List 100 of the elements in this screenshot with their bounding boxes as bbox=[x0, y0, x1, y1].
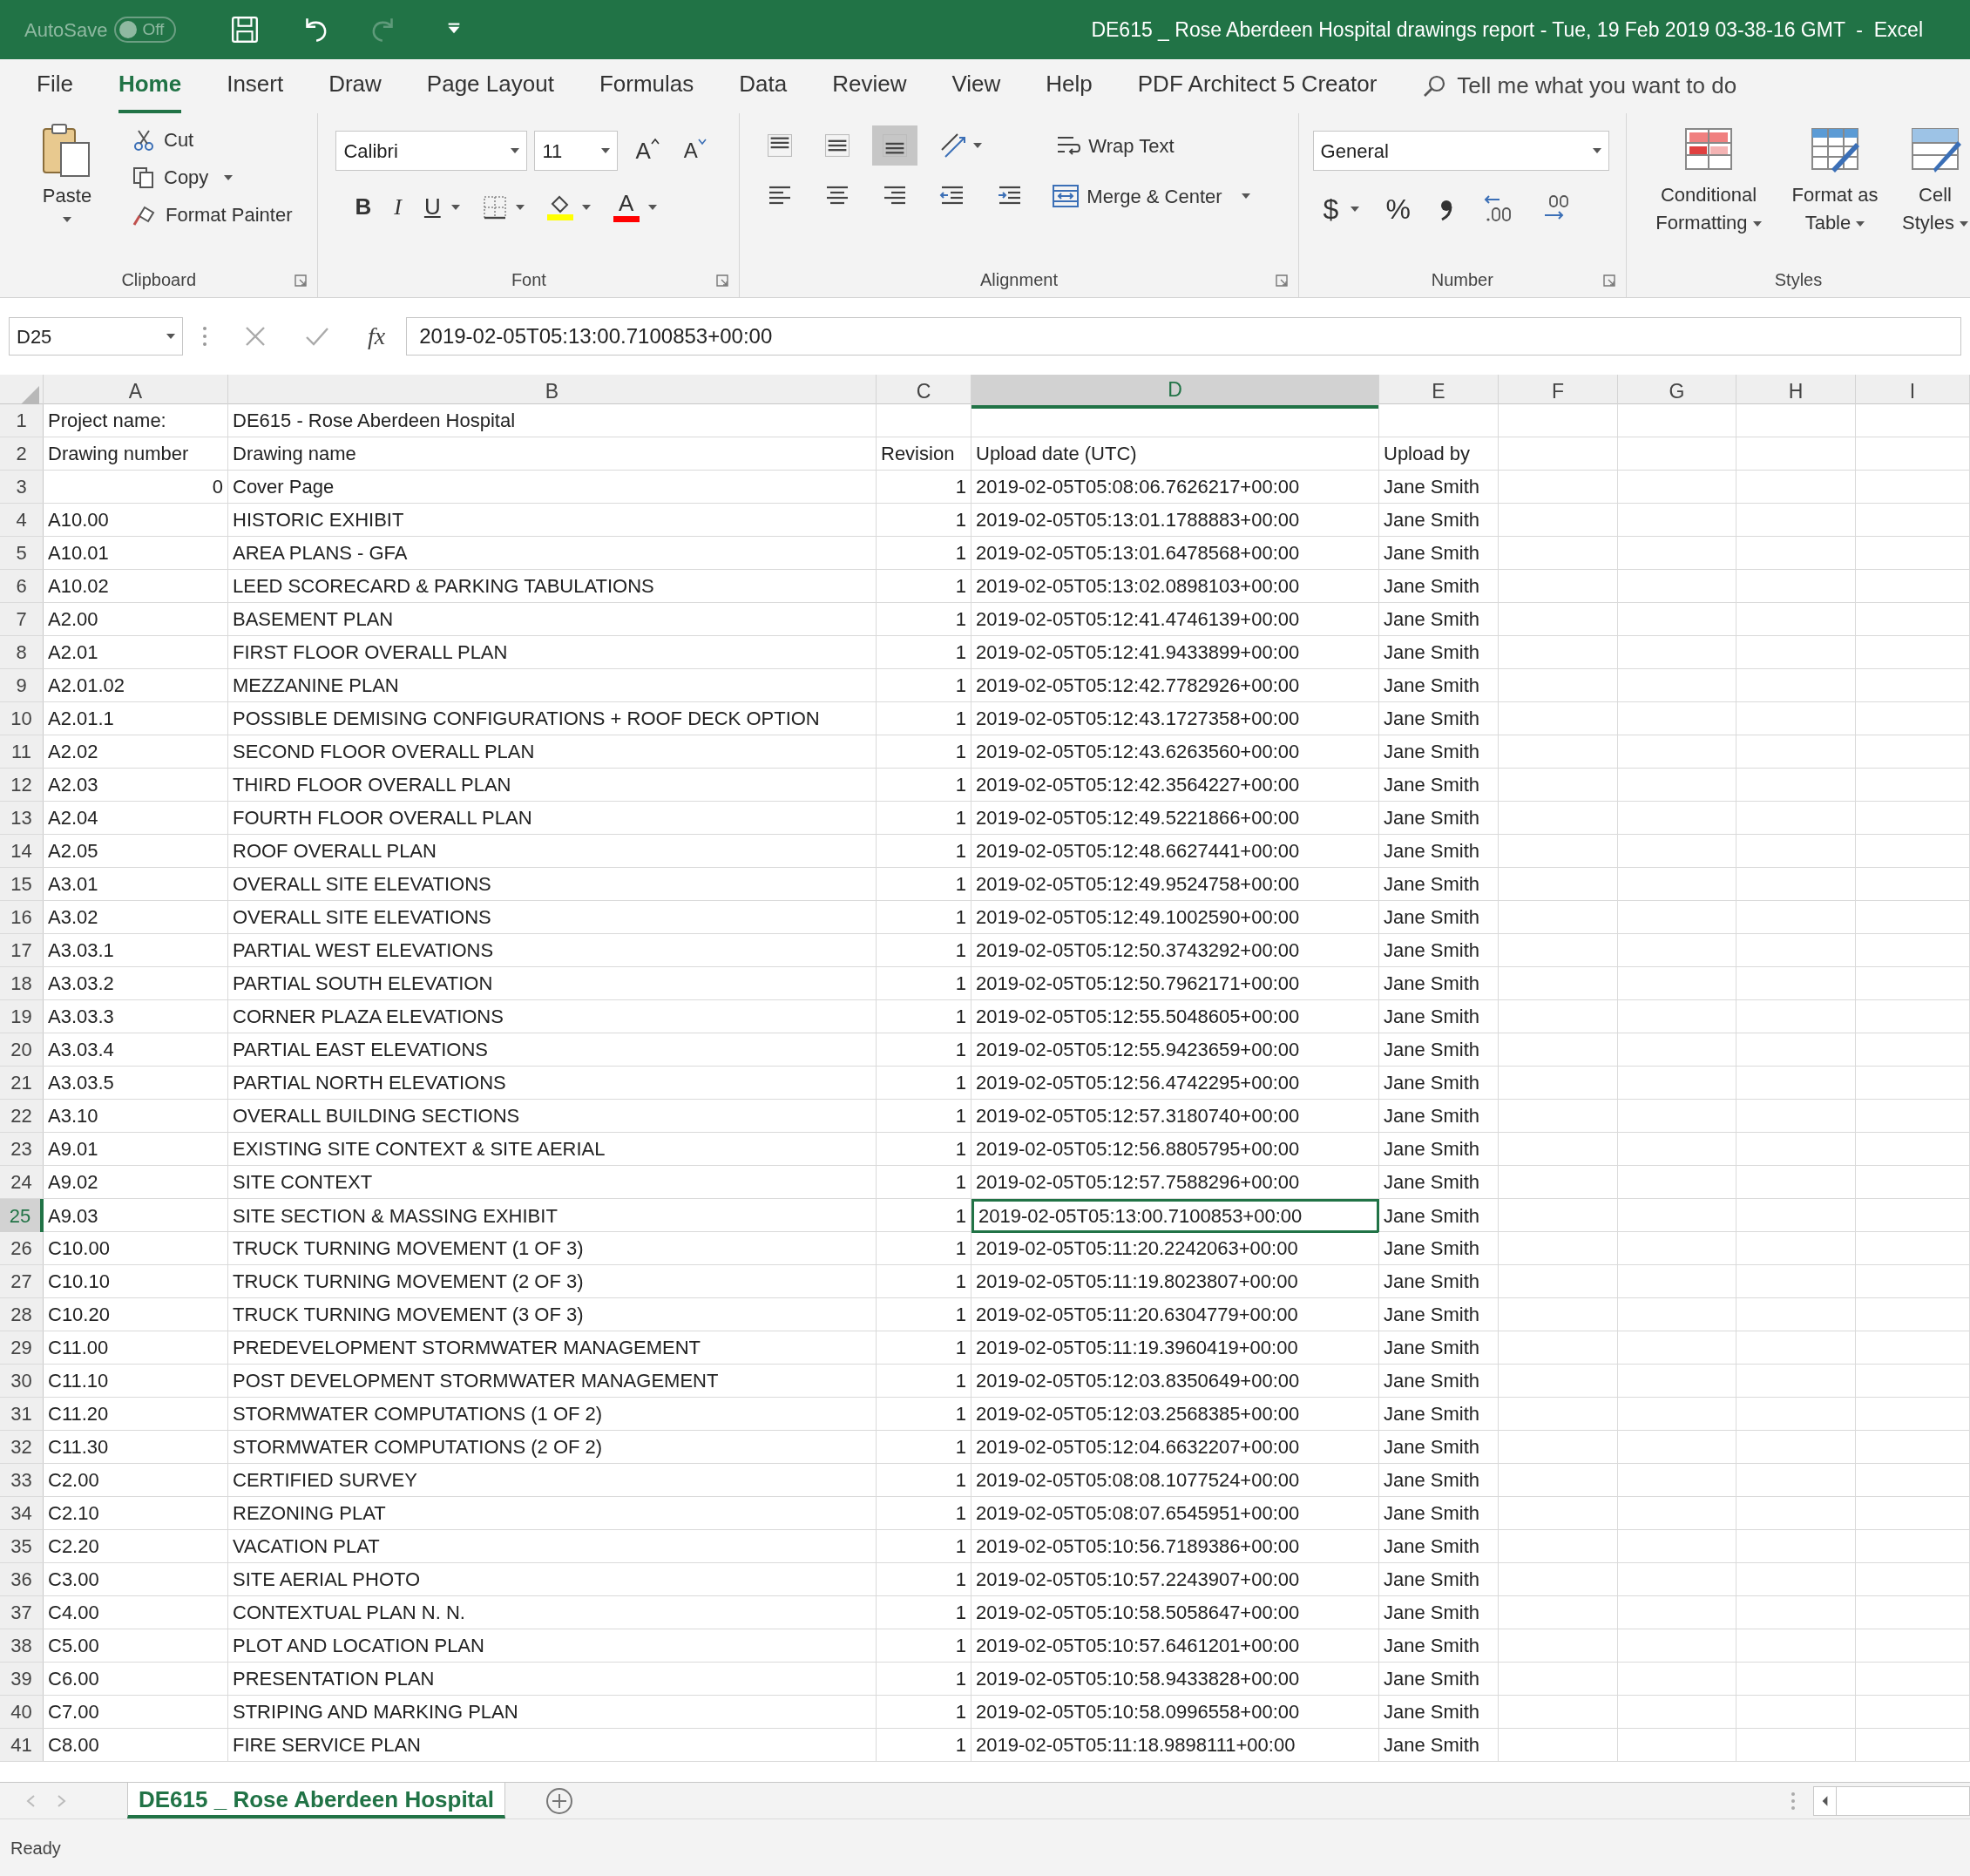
row-header[interactable]: 2 bbox=[0, 437, 44, 470]
column-header[interactable]: G bbox=[1618, 375, 1736, 409]
row-header[interactable]: 36 bbox=[0, 1563, 44, 1595]
row-header[interactable]: 39 bbox=[0, 1663, 44, 1695]
column-header[interactable]: E bbox=[1379, 375, 1499, 409]
row-header[interactable]: 37 bbox=[0, 1596, 44, 1629]
row-header[interactable]: 23 bbox=[0, 1133, 44, 1165]
row-header[interactable]: 18 bbox=[0, 967, 44, 999]
ribbon-tab[interactable]: File bbox=[37, 67, 73, 113]
currency-button[interactable]: $ bbox=[1323, 188, 1360, 230]
ribbon-tab[interactable]: Formulas bbox=[599, 67, 694, 113]
cut-button[interactable]: Cut bbox=[132, 125, 293, 154]
ribbon-tab[interactable]: Insert bbox=[227, 67, 284, 113]
copy-button[interactable]: Copy bbox=[132, 163, 293, 192]
paste-button[interactable]: Paste bbox=[19, 113, 115, 262]
row-header[interactable]: 32 bbox=[0, 1431, 44, 1463]
row-header[interactable]: 21 bbox=[0, 1067, 44, 1099]
row-header[interactable]: 41 bbox=[0, 1729, 44, 1761]
font-color-button[interactable]: A bbox=[613, 192, 657, 222]
group-label: Styles bbox=[1774, 269, 1823, 291]
grow-font-button[interactable]: A bbox=[635, 133, 660, 168]
column-header[interactable]: D bbox=[971, 375, 1379, 409]
italic-button[interactable]: I bbox=[394, 190, 402, 224]
sheet-tab[interactable]: DE615 _ Rose Aberdeen Hospital bbox=[127, 1783, 505, 1818]
row-header[interactable]: 12 bbox=[0, 769, 44, 801]
ribbon-tab[interactable]: Page Layout bbox=[426, 67, 554, 113]
row-header[interactable]: 24 bbox=[0, 1166, 44, 1198]
row-header[interactable]: 27 bbox=[0, 1265, 44, 1297]
table-cell: Jane Smith bbox=[1379, 1596, 1499, 1629]
ribbon-tab[interactable]: View bbox=[951, 67, 1001, 113]
launcher-icon[interactable] bbox=[716, 274, 729, 287]
row-header[interactable]: 4 bbox=[0, 504, 44, 536]
row-header[interactable]: 9 bbox=[0, 669, 44, 701]
autosave-label: AutoSave bbox=[24, 17, 108, 43]
ribbon-tab[interactable]: Review bbox=[832, 67, 907, 113]
horizontal-scrollbar[interactable] bbox=[1813, 1785, 1970, 1816]
row-header[interactable]: 8 bbox=[0, 636, 44, 668]
name-box[interactable]: D25 bbox=[9, 317, 183, 356]
row-header[interactable]: 6 bbox=[0, 570, 44, 602]
row-header[interactable]: 20 bbox=[0, 1033, 44, 1066]
tell-me-field[interactable]: Tell me what you want to do bbox=[1457, 69, 1789, 103]
shrink-font-button[interactable]: A bbox=[683, 135, 707, 166]
launcher-icon[interactable] bbox=[1603, 274, 1615, 287]
format-painter-button[interactable]: Format Painter bbox=[132, 200, 293, 229]
add-sheet-icon[interactable] bbox=[545, 1786, 573, 1815]
row-header[interactable]: 25 bbox=[0, 1199, 44, 1233]
table-cell: 2019-02-05T05:13:01.1788883+00:00 bbox=[971, 504, 1379, 536]
row-header[interactable]: 15 bbox=[0, 868, 44, 900]
more-icon[interactable] bbox=[202, 325, 207, 348]
row-header[interactable]: 34 bbox=[0, 1497, 44, 1529]
row-header[interactable]: 19 bbox=[0, 1000, 44, 1033]
column-header[interactable]: B bbox=[228, 375, 877, 409]
row-header[interactable]: 7 bbox=[0, 603, 44, 635]
insert-function-button[interactable]: fx bbox=[368, 318, 386, 355]
row-header[interactable]: 10 bbox=[0, 702, 44, 735]
row-header[interactable]: 35 bbox=[0, 1530, 44, 1562]
align-bottom-button[interactable] bbox=[872, 125, 918, 166]
formula-field[interactable]: 2019-02-05T05:13:00.7100853+00:00 bbox=[406, 317, 1961, 356]
row-header[interactable]: 26 bbox=[0, 1232, 44, 1264]
save-icon[interactable] bbox=[230, 15, 261, 44]
row-header[interactable]: 17 bbox=[0, 934, 44, 966]
column-header[interactable]: I bbox=[1856, 375, 1970, 409]
row-header[interactable]: 40 bbox=[0, 1696, 44, 1728]
row-header[interactable]: 30 bbox=[0, 1365, 44, 1397]
wrap-text-button[interactable]: Wrap Text bbox=[1055, 131, 1175, 160]
row-header[interactable]: 3 bbox=[0, 471, 44, 503]
column-header[interactable]: H bbox=[1736, 375, 1856, 409]
font-size-combobox[interactable]: 11 bbox=[534, 131, 619, 171]
row-header[interactable]: 22 bbox=[0, 1100, 44, 1132]
row-header[interactable]: 5 bbox=[0, 537, 44, 569]
column-header[interactable]: F bbox=[1499, 375, 1618, 409]
ribbon-tab[interactable]: Help bbox=[1046, 67, 1093, 113]
merge-center-button[interactable]: Merge & Center bbox=[1052, 181, 1250, 211]
number-format-combobox[interactable]: General bbox=[1312, 131, 1609, 171]
style-gallery-button[interactable]: Format as Table bbox=[1787, 125, 1883, 262]
row-header[interactable]: 28 bbox=[0, 1298, 44, 1331]
borders-button[interactable] bbox=[482, 194, 525, 220]
style-gallery-button[interactable]: Conditional Formatting bbox=[1648, 125, 1770, 262]
underline-button[interactable]: U bbox=[423, 190, 460, 224]
row-header[interactable]: 33 bbox=[0, 1464, 44, 1496]
table-cell: C11.00 bbox=[44, 1331, 228, 1364]
table-cell: 2019-02-05T05:13:00.7100853+00:00 bbox=[971, 1199, 1379, 1233]
table-cell: 1 bbox=[877, 1696, 971, 1728]
row-header[interactable]: 38 bbox=[0, 1629, 44, 1662]
row-header[interactable]: 16 bbox=[0, 901, 44, 933]
percent-button[interactable]: % bbox=[1385, 188, 1411, 230]
ribbon-tab[interactable]: PDF Architect 5 Creator bbox=[1137, 67, 1378, 113]
launcher-icon[interactable] bbox=[1275, 274, 1288, 287]
bold-button[interactable]: B bbox=[355, 190, 372, 224]
launcher-icon[interactable] bbox=[294, 274, 308, 287]
style-gallery-button[interactable]: Cell Styles bbox=[1900, 125, 1970, 262]
row-header[interactable]: 14 bbox=[0, 835, 44, 867]
row-header[interactable]: 31 bbox=[0, 1398, 44, 1430]
row-header[interactable]: 1 bbox=[0, 404, 44, 437]
row-header[interactable]: 29 bbox=[0, 1331, 44, 1364]
font-name-combobox[interactable]: Calibri bbox=[335, 131, 528, 171]
ribbon-tab[interactable]: Data bbox=[739, 67, 788, 113]
row-header[interactable]: 13 bbox=[0, 802, 44, 834]
row-header[interactable]: 11 bbox=[0, 735, 44, 768]
ribbon-tab[interactable]: Draw bbox=[328, 67, 382, 113]
